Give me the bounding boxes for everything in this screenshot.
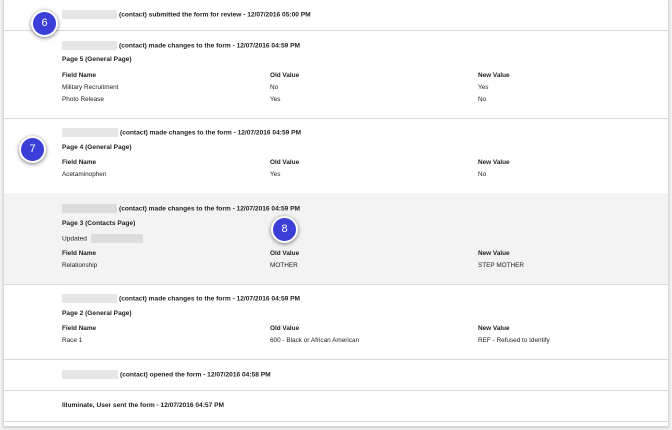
history-entry-sent: Illuminate, User sent the form - 12/07/2…: [4, 390, 668, 422]
entry-title: (contact) made changes to the form - 12/…: [62, 204, 300, 214]
column-header-new: New Value: [478, 325, 510, 332]
history-entry-opened: (contact) opened the form - 12/07/2016 0…: [4, 359, 668, 391]
old-value-cell: MOTHER: [270, 262, 298, 269]
new-value-cell: REF - Refused to Identify: [478, 337, 550, 344]
page-label: Page 2 (General Page): [62, 310, 132, 317]
page-label: Page 3 (Contacts Page): [62, 220, 136, 227]
column-header-new: New Value: [478, 250, 510, 257]
field-name-cell: Relationship: [62, 262, 98, 269]
column-header-field: Field Name: [62, 72, 97, 79]
column-header-old: Old Value: [270, 250, 300, 257]
history-entry-page5: (contact) made changes to the form - 12/…: [4, 30, 668, 119]
history-entry-page3: (contact) made changes to the form - 12/…: [4, 193, 668, 285]
field-name-cell: Military Recruitment: [62, 84, 119, 91]
new-value-cell: No: [478, 96, 487, 103]
new-value-cell: STEP MOTHER: [478, 262, 525, 269]
column-header-old: Old Value: [270, 72, 300, 79]
redacted-name: [62, 204, 117, 213]
column-header-field: Field Name: [62, 159, 97, 166]
entry-title: (contact) made changes to the form - 12/…: [62, 294, 300, 304]
updated-note: Updated: [62, 234, 145, 244]
field-name-cell: Photo Release: [62, 96, 104, 103]
field-name-cell: Acetaminophen: [62, 171, 107, 178]
entry-title: (contact) made changes to the form - 12/…: [62, 41, 300, 51]
old-value-cell: Yes: [270, 96, 281, 103]
history-entry-page4: (contact) made changes to the form - 12/…: [4, 118, 668, 194]
column-header-new: New Value: [478, 72, 510, 79]
history-entry-submitted: (contact) submitted the form for review …: [4, 0, 668, 31]
page-label: Page 4 (General Page): [62, 144, 132, 151]
step-badge-6: 6: [31, 10, 58, 37]
entry-title: (contact) made changes to the form - 12/…: [62, 128, 301, 138]
entry-title: (contact) submitted the form for review …: [62, 10, 311, 20]
redacted-name: [62, 10, 117, 19]
column-header-field: Field Name: [62, 325, 97, 332]
old-value-cell: No: [270, 84, 279, 91]
field-name-cell: Race 1: [62, 337, 83, 344]
redacted-name: [62, 370, 118, 379]
redacted-name: [62, 41, 117, 50]
new-value-cell: Yes: [478, 84, 489, 91]
form-history-panel: (contact) submitted the form for review …: [3, 0, 669, 427]
page-label: Page 5 (General Page): [62, 56, 132, 63]
column-header-field: Field Name: [62, 250, 97, 257]
redacted-name: [62, 128, 118, 137]
new-value-cell: No: [478, 171, 487, 178]
step-badge-7: 7: [19, 136, 46, 163]
redacted-value: [90, 234, 143, 243]
column-header-old: Old Value: [270, 325, 300, 332]
column-header-new: New Value: [478, 159, 510, 166]
old-value-cell: Yes: [270, 171, 281, 178]
old-value-cell: 600 - Black or African American: [270, 337, 360, 344]
redacted-name: [62, 294, 117, 303]
entry-title: Illuminate, User sent the form - 12/07/2…: [62, 402, 224, 409]
entry-title: (contact) opened the form - 12/07/2016 0…: [62, 370, 271, 380]
history-entry-page2: (contact) made changes to the form - 12/…: [4, 284, 668, 360]
column-header-old: Old Value: [270, 159, 300, 166]
step-badge-8: 8: [271, 216, 298, 243]
